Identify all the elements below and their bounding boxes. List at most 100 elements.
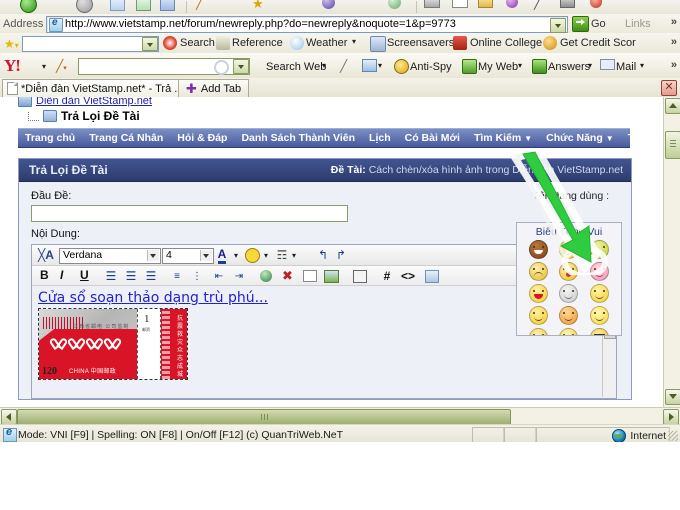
quote-icon[interactable] — [352, 268, 367, 284]
folder-icon[interactable] — [478, 0, 494, 12]
smiley-surprised[interactable] — [559, 328, 579, 335]
highlighter-icon[interactable]: ╱ — [534, 0, 550, 12]
security-zone[interactable]: Internet — [612, 429, 666, 443]
undo-icon[interactable]: ↰ — [316, 247, 330, 263]
ordered-list-icon[interactable]: ≡ — [170, 268, 184, 284]
chevron-down-icon[interactable] — [200, 250, 212, 261]
smiley-sad[interactable] — [529, 328, 549, 335]
resize-grip-icon[interactable] — [668, 431, 678, 441]
outdent-icon[interactable]: ⇤ — [212, 268, 226, 284]
yahoo-overflow-chevron-icon[interactable]: » — [671, 59, 677, 71]
book-icon[interactable] — [216, 36, 230, 50]
nav-item-search[interactable]: Tìm Kiếm ▼ — [467, 132, 539, 144]
forward-button-icon[interactable] — [76, 0, 93, 13]
answers-caret-icon[interactable]: ▾ — [588, 61, 592, 70]
smiley-cool[interactable] — [589, 328, 609, 335]
favorites-star-icon[interactable]: ★▾ — [4, 37, 19, 51]
pencil-icon[interactable]: ╱▾ — [56, 59, 69, 73]
nav-item-functions[interactable]: Chức Năng ▼ — [539, 132, 621, 144]
back-button-icon[interactable] — [20, 0, 37, 13]
address-overflow-chevron-icon[interactable]: » — [671, 16, 677, 28]
smiley-wink[interactable] — [529, 306, 549, 325]
smiley-confused[interactable] — [529, 262, 549, 281]
mail-caret-icon[interactable]: ▾ — [640, 61, 644, 70]
remove-link-icon[interactable]: ✖ — [280, 268, 295, 284]
yahoo-search-dropdown-arrow[interactable] — [233, 59, 249, 74]
nav-item-calendar[interactable]: Lịch — [362, 132, 398, 144]
horizontal-scroll-thumb[interactable] — [17, 409, 511, 425]
smiley-laughing-brown[interactable] — [529, 240, 549, 259]
nav-item-logout[interactable]: Thoát — [621, 132, 648, 144]
close-tab-button[interactable]: ✕ — [661, 80, 677, 96]
nav-item-home[interactable]: Trang chủ — [18, 132, 82, 144]
add-tab-button[interactable]: ✚ Add Tab — [178, 79, 250, 98]
cloud-icon[interactable] — [290, 36, 304, 50]
toolbar-item-reference[interactable]: Reference — [232, 37, 283, 49]
scroll-right-button[interactable] — [663, 409, 679, 425]
go-button[interactable]: Go — [572, 15, 606, 32]
align-center-icon[interactable]: ☰ — [124, 268, 138, 284]
align-right-icon[interactable]: ☰ — [144, 268, 158, 284]
insert-email-icon[interactable] — [302, 268, 317, 284]
toolbar-search-input[interactable] — [22, 36, 159, 52]
breadcrumb-root-label[interactable]: Diễn đàn VietStamp.net — [36, 97, 152, 107]
smiley-smile[interactable] — [589, 284, 609, 303]
nav-item-faq[interactable]: Hỏi & Đáp — [170, 132, 234, 144]
answers-icon[interactable] — [532, 59, 547, 74]
indent-icon[interactable]: ⇥ — [232, 268, 246, 284]
toolbar-item-online-college[interactable]: Online College — [470, 37, 542, 49]
page-vertical-scrollbar[interactable] — [663, 97, 680, 407]
yahoo-logo[interactable]: Y! — [4, 56, 21, 76]
mail-envelope-icon[interactable] — [600, 59, 615, 72]
font-size-select[interactable]: 4 — [162, 248, 214, 264]
smiley-neutral[interactable] — [559, 240, 579, 259]
toolbar-item-credit-score[interactable]: Get Credit Scor — [560, 37, 636, 49]
yahoo-logo-caret-icon[interactable]: ▾ — [42, 62, 46, 71]
nav-item-members[interactable]: Danh Sách Thành Viên — [234, 132, 362, 144]
smiley-happy[interactable] — [589, 306, 609, 325]
mail-icon[interactable] — [452, 0, 468, 12]
remove-format-icon[interactable]: ╳A — [37, 247, 55, 263]
links-label[interactable]: Links — [625, 18, 651, 30]
my-web-button[interactable]: My Web — [478, 61, 518, 73]
breadcrumb-root[interactable]: Diễn đàn VietStamp.net — [18, 97, 152, 107]
home-button-icon[interactable] — [160, 0, 176, 12]
shield-icon[interactable] — [590, 0, 606, 12]
underline-button[interactable]: U — [80, 268, 89, 282]
insert-image-icon[interactable] — [324, 268, 339, 284]
vertical-scroll-thumb[interactable] — [665, 131, 680, 159]
my-web-icon[interactable] — [462, 59, 477, 74]
answers-button[interactable]: Answers — [548, 61, 590, 73]
refresh-button-icon[interactable] — [136, 0, 152, 12]
search-web-button[interactable]: Search Web — [266, 61, 326, 73]
smiley-tongue-heart[interactable] — [529, 284, 549, 303]
image-toolbar-icon[interactable] — [560, 0, 576, 12]
discuss-icon[interactable] — [388, 0, 404, 12]
nav-item-profile[interactable]: Trang Cá Nhân — [82, 132, 170, 144]
smilies-caret-icon[interactable]: ▾ — [262, 247, 270, 263]
attachment-caret-icon[interactable]: ▾ — [290, 247, 298, 263]
toolbar-item-screensavers[interactable]: Screensavers — [387, 37, 454, 49]
history-icon[interactable] — [322, 0, 338, 12]
messenger-icon[interactable] — [506, 0, 522, 12]
unordered-list-icon[interactable]: ⋮ — [190, 268, 204, 284]
scroll-up-button[interactable] — [665, 98, 680, 114]
smiley-dizzy-grey[interactable] — [559, 284, 579, 303]
smilies-icon[interactable] — [244, 247, 260, 263]
toolbar-item-search[interactable]: Search — [180, 37, 215, 49]
bold-button[interactable]: B — [40, 268, 49, 282]
weather-caret-icon[interactable]: ▾ — [352, 37, 356, 46]
toolbar-search-dropdown-arrow[interactable] — [142, 37, 158, 51]
font-color-icon[interactable]: A — [214, 247, 230, 264]
font-family-select[interactable]: Verdana — [59, 248, 161, 264]
smiley-wink-wave[interactable] — [589, 240, 609, 259]
font-color-caret-icon[interactable]: ▾ — [232, 247, 240, 263]
pencil-tool-icon[interactable]: ╱ — [340, 59, 353, 73]
tab-vietstamp-reply[interactable]: *Diễn đàn VietStamp.net* - Trả ... — [2, 79, 191, 97]
edit-pencil-icon[interactable]: ╱ — [196, 0, 212, 12]
subject-input[interactable] — [31, 205, 348, 222]
align-left-icon[interactable]: ☰ — [104, 268, 118, 284]
mail-button[interactable]: Mail — [616, 61, 636, 73]
my-web-caret-icon[interactable]: ▾ — [518, 61, 522, 70]
yahoo-search-input[interactable] — [78, 58, 250, 75]
